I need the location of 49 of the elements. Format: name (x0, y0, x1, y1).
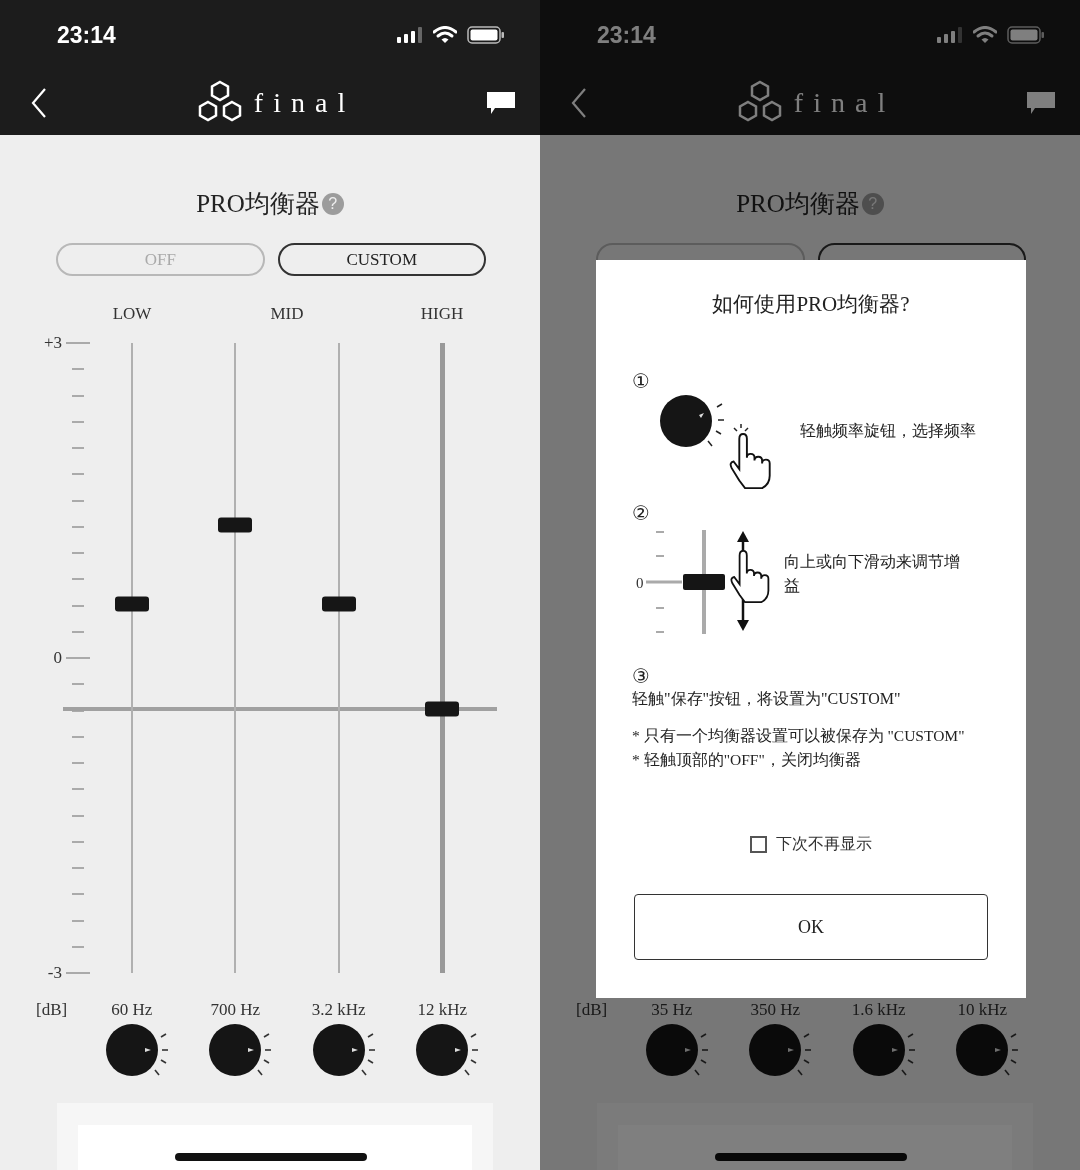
step-number: ① (632, 369, 650, 393)
step-text: 向上或向下滑动来调节增益 (783, 552, 961, 596)
band-group-label: MID (269, 304, 305, 324)
unit-label: [dB] (575, 1000, 609, 1020)
frequency-label: 350 Hz (750, 1000, 801, 1020)
frequency-label: 3.2 kHz (311, 1000, 366, 1020)
frequency-label: 700 Hz (210, 1000, 261, 1020)
dialog-note: * 轻触顶部的"OFF"，关闭均衡器 (632, 750, 862, 770)
chat-icon[interactable] (486, 90, 516, 115)
mode-button[interactable]: CUSTOM (277, 243, 486, 276)
scale-label: 0 (636, 574, 644, 592)
screen-title: PRO均衡器 (736, 189, 860, 219)
frequency-label: 12 kHz (417, 1000, 468, 1020)
frequency-label: 10 kHz (957, 1000, 1008, 1020)
battery-icon (1007, 26, 1045, 44)
slider-thumb[interactable] (114, 596, 149, 612)
frequency-label: 60 Hz (111, 1000, 153, 1020)
step-text: 轻触频率旋钮，选择频率 (800, 421, 976, 441)
slider-thumb[interactable] (425, 701, 460, 717)
step-text: 轻触"保存"按钮，将设置为"CUSTOM" (632, 689, 901, 709)
scale-label: 0 (53, 648, 62, 668)
status-time: 23:14 (597, 21, 656, 49)
frequency-label: 35 Hz (651, 1000, 693, 1020)
checkbox[interactable] (750, 836, 767, 853)
frequency-label: 1.6 kHz (851, 1000, 906, 1020)
scale-label: -3 (47, 963, 62, 983)
band-group-label: LOW (111, 304, 153, 324)
slider-thumb[interactable] (321, 596, 356, 612)
screen-title: PRO均衡器 (196, 189, 320, 219)
checkbox-label[interactable]: 下次不再显示 (776, 834, 872, 855)
brand-logo: final (793, 86, 896, 119)
scale-label: +3 (43, 333, 62, 353)
band-group-label: HIGH (419, 304, 465, 324)
save-button[interactable] (78, 1125, 472, 1170)
status-time: 23:14 (57, 21, 116, 49)
battery-icon (467, 26, 505, 44)
step-number: ② (632, 501, 650, 525)
back-icon[interactable] (31, 87, 47, 118)
dialog-title: 如何使用PRO均衡器? (712, 291, 910, 318)
signal-icon (397, 27, 423, 43)
slider-thumb[interactable] (218, 517, 253, 533)
dialog-note: * 只有一个均衡器设置可以被保存为 "CUSTOM" (632, 726, 965, 746)
brand-logo: final (253, 86, 356, 119)
ok-button[interactable]: OK (634, 894, 988, 960)
signal-icon (937, 27, 963, 43)
wifi-icon (433, 26, 457, 44)
wifi-icon (973, 26, 997, 44)
step-number: ③ (632, 664, 650, 688)
unit-label: [dB] (35, 1000, 69, 1020)
